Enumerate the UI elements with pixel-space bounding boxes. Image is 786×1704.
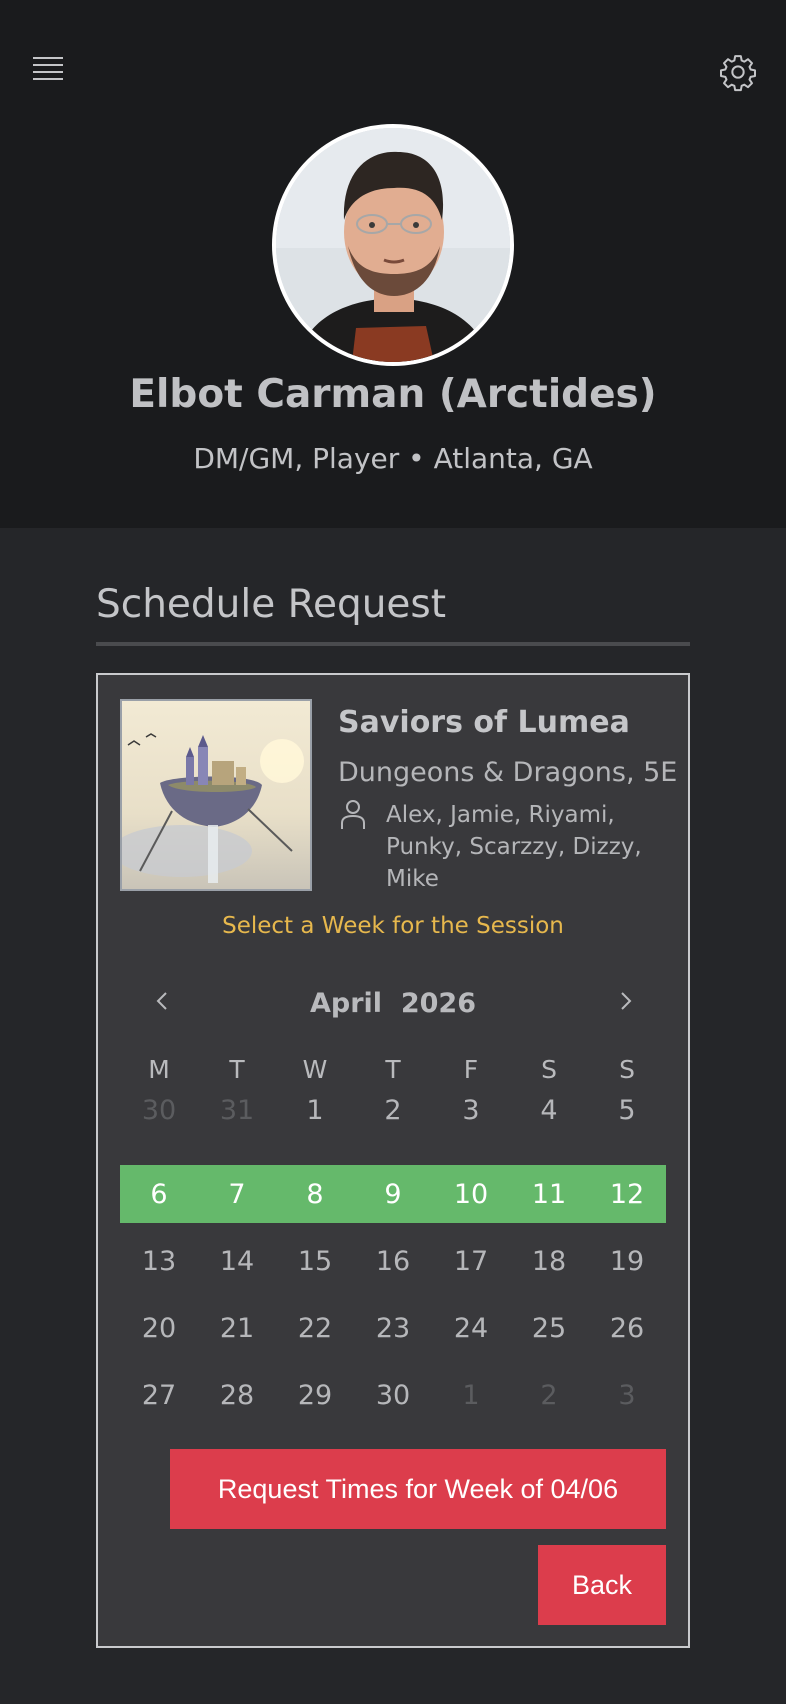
calendar-day[interactable]: 31: [198, 1095, 276, 1126]
calendar-day[interactable]: 15: [276, 1246, 354, 1277]
chevron-right-icon: [621, 992, 632, 1010]
hamburger-menu-icon: [33, 64, 63, 66]
calendar-day[interactable]: 28: [198, 1380, 276, 1411]
calendar-week-row[interactable]: 13 14 15 16 17 18 19: [120, 1232, 666, 1290]
calendar-day[interactable]: 25: [510, 1313, 588, 1344]
calendar-day[interactable]: 1: [432, 1380, 510, 1411]
profile-name: Elbot Carman (Arctides): [129, 372, 657, 417]
calendar-day[interactable]: 2: [354, 1095, 432, 1126]
calendar-month-label: April 2026: [310, 988, 476, 1019]
avatar-photo: [276, 128, 510, 362]
game-system: Dungeons & Dragons, 5E: [338, 757, 678, 788]
person-icon: [340, 799, 366, 833]
select-week-hint: Select a Week for the Session: [222, 913, 564, 939]
calendar-day[interactable]: 6: [120, 1179, 198, 1210]
calendar-day[interactable]: 17: [432, 1246, 510, 1277]
calendar-day[interactable]: 21: [198, 1313, 276, 1344]
calendar-day[interactable]: 9: [354, 1179, 432, 1210]
calendar-day[interactable]: 26: [588, 1313, 666, 1344]
calendar-day[interactable]: 19: [588, 1246, 666, 1277]
request-times-button[interactable]: Request Times for Week of 04/06: [170, 1449, 666, 1529]
calendar-week-row[interactable]: 20 21 22 23 24 25 26: [120, 1299, 666, 1357]
calendar-day[interactable]: 10: [432, 1179, 510, 1210]
calendar-day[interactable]: 11: [510, 1179, 588, 1210]
calendar-day[interactable]: 18: [510, 1246, 588, 1277]
game-image: [120, 699, 312, 891]
calendar-day[interactable]: 12: [588, 1179, 666, 1210]
profile-subtitle: DM/GM, Player • Atlanta, GA: [193, 442, 593, 475]
floating-castle-image: [122, 701, 310, 889]
calendar-day[interactable]: 4: [510, 1095, 588, 1126]
profile-header: Elbot Carman (Arctides) DM/GM, Player • …: [0, 0, 786, 528]
calendar-day[interactable]: 30: [354, 1380, 432, 1411]
hamburger-menu-icon: [33, 71, 63, 73]
calendar-day[interactable]: 1: [276, 1095, 354, 1126]
avatar[interactable]: [272, 124, 514, 366]
next-month-button[interactable]: [606, 981, 646, 1021]
hamburger-menu-icon: [33, 78, 63, 80]
title-divider: [96, 642, 690, 646]
back-button[interactable]: Back: [538, 1545, 666, 1625]
calendar-day[interactable]: 22: [276, 1313, 354, 1344]
calendar-day[interactable]: 23: [354, 1313, 432, 1344]
calendar-day[interactable]: 30: [120, 1095, 198, 1126]
game-title: Saviors of Lumea: [338, 705, 630, 740]
hamburger-menu-icon: [33, 57, 63, 59]
calendar-week-row-selected[interactable]: 6 7 8 9 10 11 12: [120, 1165, 666, 1223]
calendar-day[interactable]: 16: [354, 1246, 432, 1277]
calendar-day[interactable]: 24: [432, 1313, 510, 1344]
calendar-day[interactable]: 14: [198, 1246, 276, 1277]
calendar-week-row[interactable]: 30 31 1 2 3 4 5: [120, 1081, 666, 1139]
page-title: Schedule Request: [96, 582, 447, 627]
calendar-week-row[interactable]: 27 28 29 30 1 2 3: [120, 1366, 666, 1424]
calendar-day[interactable]: 29: [276, 1380, 354, 1411]
calendar-day[interactable]: 27: [120, 1380, 198, 1411]
calendar-day[interactable]: 2: [510, 1380, 588, 1411]
player-list: Alex, Jamie, Riyami, Punky, Scarzzy, Diz…: [386, 802, 642, 892]
calendar-day[interactable]: 20: [120, 1313, 198, 1344]
calendar-day[interactable]: 8: [276, 1179, 354, 1210]
gear-icon: [720, 55, 756, 92]
calendar-day[interactable]: 5: [588, 1095, 666, 1126]
menu-button[interactable]: [30, 54, 66, 84]
calendar-day[interactable]: 7: [198, 1179, 276, 1210]
calendar-day[interactable]: 13: [120, 1246, 198, 1277]
settings-button[interactable]: [718, 52, 758, 92]
calendar-day[interactable]: 3: [432, 1095, 510, 1126]
calendar-day[interactable]: 3: [588, 1380, 666, 1411]
schedule-card: Saviors of Lumea Dungeons & Dragons, 5E …: [96, 673, 690, 1648]
